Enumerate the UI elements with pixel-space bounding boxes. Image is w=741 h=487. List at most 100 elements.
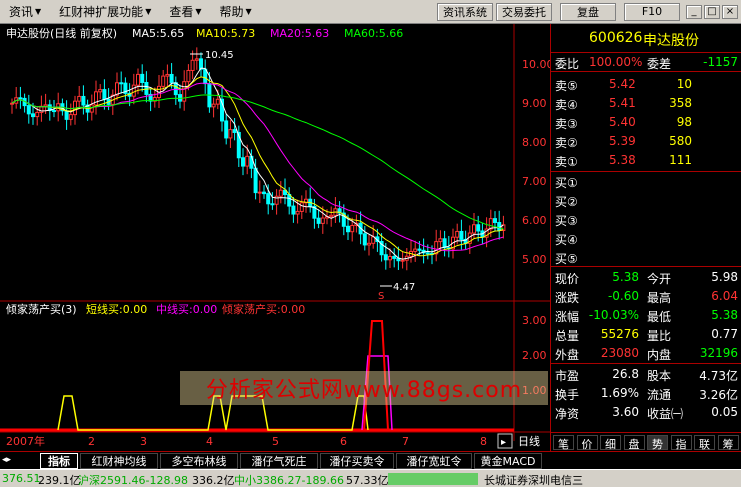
candle-body: [459, 230, 464, 240]
candle-body: [400, 259, 405, 262]
tab-indicator-2[interactable]: 多空布林线: [160, 453, 238, 469]
tab-scroll-icons[interactable]: ◂▸: [2, 455, 11, 465]
status-index1: 376.51: [2, 472, 41, 485]
close-icon[interactable]: ×: [722, 4, 738, 19]
date-tick: 2: [88, 435, 95, 448]
candle-body: [329, 214, 334, 218]
stat-row: 总量 55276 量比 0.77: [551, 326, 741, 344]
divider: [551, 171, 741, 172]
candle-body: [190, 59, 195, 71]
sell-row[interactable]: 卖⑤ 5.42 10: [551, 76, 741, 94]
candle-body: [136, 73, 140, 86]
stat-label: 今开: [647, 272, 672, 286]
stat-value: 6.04: [711, 289, 738, 303]
stat-value: 5.98: [711, 270, 738, 284]
buy-row[interactable]: 买④: [551, 230, 741, 248]
tab-indicator-0[interactable]: 指标: [40, 453, 78, 469]
sell-row[interactable]: 卖④ 5.41 358: [551, 95, 741, 113]
candle-body: [173, 82, 178, 96]
date-tick: 2007年: [6, 434, 45, 448]
sell-label: 卖①: [555, 155, 578, 169]
sell-price: 5.39: [609, 134, 636, 148]
candle-body: [488, 218, 493, 230]
ma60-line: [11, 94, 504, 230]
status-index2: 沪深2591.46-128.98: [78, 474, 188, 487]
sell-row[interactable]: 卖③ 5.40 98: [551, 114, 741, 132]
candle-body: [262, 191, 266, 195]
candle-body: [287, 193, 292, 207]
candle-body: [26, 105, 31, 115]
buy-row[interactable]: 买②: [551, 192, 741, 210]
replay-button[interactable]: 复盘: [560, 2, 616, 21]
stat-value: 55276: [600, 327, 639, 341]
tab-indicator-4[interactable]: 潘仔买卖令: [320, 453, 394, 469]
candle-body: [320, 217, 325, 224]
stat-label: 现价: [555, 272, 580, 286]
menu-extend[interactable]: 红财神扩展功能 ▼: [50, 3, 160, 20]
date-tick: 5: [272, 435, 279, 448]
buy-row[interactable]: 买③: [551, 211, 741, 229]
panel-tab-6[interactable]: 联: [694, 435, 715, 451]
price-tick: 8.00: [522, 136, 547, 149]
sell-row[interactable]: 卖② 5.39 580: [551, 133, 741, 151]
tab-indicator-5[interactable]: 潘仔宽虹令: [396, 453, 472, 469]
panel-tab-3[interactable]: 盘: [623, 435, 645, 451]
candle-body: [413, 248, 418, 252]
candle-body: [295, 210, 300, 215]
watermark-banner: 分析家公式网www.88gs.com: [180, 371, 548, 405]
candle-body: [43, 104, 48, 107]
kline-chart-area[interactable]: 申达股份(日线 前复权) MA5:5.65 MA10:5.73 MA20:5.6…: [0, 24, 550, 451]
stock-code: 600626: [589, 30, 643, 46]
candle-body: [10, 102, 14, 105]
sell-volume: 111: [669, 153, 692, 167]
maximize-icon[interactable]: □: [704, 4, 720, 19]
tab-indicator-3[interactable]: 潘仔气死庄: [240, 453, 318, 469]
indicator-long: 倾家荡产买:0.00: [222, 302, 305, 316]
candle-body: [161, 75, 166, 87]
tab-indicator-6[interactable]: 黄金MACD: [474, 453, 542, 469]
menu-view-label: 查看: [169, 5, 194, 19]
period-label[interactable]: 日线: [518, 434, 540, 448]
menu-view[interactable]: 查看 ▼: [160, 3, 210, 20]
f10-button[interactable]: F10: [624, 2, 680, 21]
sell-volume: 358: [669, 96, 692, 110]
candle-body: [476, 224, 481, 232]
candle-body: [253, 167, 258, 194]
candle-body: [241, 157, 245, 167]
status-broker: 长城证券深圳电信三: [484, 474, 583, 487]
tab-indicator-1[interactable]: 红财神均线: [80, 453, 158, 469]
buy-label: 买②: [555, 195, 578, 209]
buy-row[interactable]: 买①: [551, 173, 741, 191]
menu-info[interactable]: 资讯 ▼: [0, 3, 50, 20]
menu-help[interactable]: 帮助 ▼: [211, 3, 261, 20]
panel-tab-4[interactable]: 势: [647, 435, 668, 451]
info-system-button[interactable]: 资讯系统: [437, 2, 493, 21]
ind-tick: 3.00: [522, 314, 547, 327]
menu-help-label: 帮助: [219, 5, 244, 19]
candle-body: [472, 224, 476, 234]
stat-row: 现价 5.38 今开 5.98: [551, 269, 741, 287]
indicator-title: 倾家荡产买(3): [6, 302, 77, 316]
panel-tab-7[interactable]: 筹: [717, 435, 739, 451]
candle-body: [257, 191, 262, 194]
minimize-icon[interactable]: _: [686, 4, 702, 19]
finance-value: 0.05: [711, 405, 738, 419]
stat-row: 外盘 23080 内盘 32196: [551, 345, 741, 363]
panel-tab-5[interactable]: 指: [670, 435, 692, 451]
buy-row[interactable]: 买⑤: [551, 249, 741, 267]
sell-volume: 10: [676, 77, 692, 91]
finance-label: 流通: [647, 388, 672, 402]
trade-order-button[interactable]: 交易委托: [496, 2, 552, 21]
candle-body: [350, 225, 355, 233]
sell-label: 卖③: [555, 117, 578, 131]
sell-row[interactable]: 卖① 5.38 111: [551, 152, 741, 170]
panel-tab-2[interactable]: 细: [600, 435, 621, 451]
candle-body: [144, 82, 149, 95]
panel-tab-0[interactable]: 笔: [553, 435, 574, 451]
ind-tick: 2.00: [522, 349, 547, 362]
panel-tab-1[interactable]: 价: [576, 435, 598, 451]
sell-volume: 98: [676, 115, 692, 129]
candle-body: [165, 73, 170, 77]
candle-body: [64, 110, 69, 120]
candle-body: [362, 233, 367, 246]
